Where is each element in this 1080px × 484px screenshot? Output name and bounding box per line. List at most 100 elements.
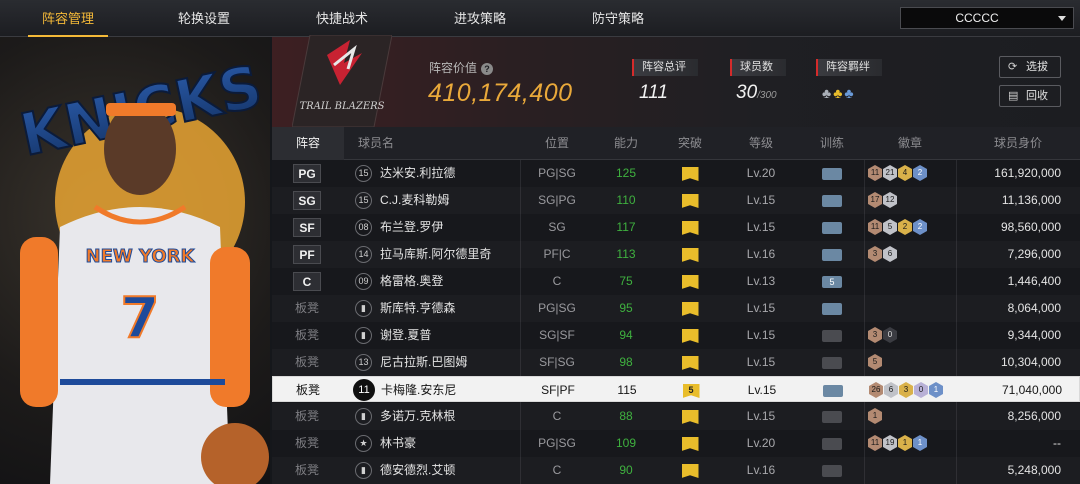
- training-cell[interactable]: [800, 160, 864, 187]
- table-row[interactable]: 板凳 ▮ 多诺万.克林根 C 88 Lv.15 1 8,256,000: [272, 403, 1080, 430]
- badges-cell[interactable]: [864, 457, 956, 484]
- breakthrough-cell[interactable]: [658, 214, 722, 241]
- table-row[interactable]: PF 14 拉马库斯.阿尔德里奇 PF|C 113 Lv.16 3 6 7,296,000: [272, 241, 1080, 268]
- breakthrough-cell[interactable]: [658, 403, 722, 430]
- player-value: 98,560,000: [1000, 220, 1061, 234]
- bond-icons[interactable]: ♣♣♣: [822, 85, 856, 101]
- training-icon: [822, 330, 842, 342]
- badges-cell[interactable]: 11 19 1 1: [864, 430, 956, 457]
- player-level: Lv.15: [746, 220, 776, 234]
- badges-cell[interactable]: 5: [864, 349, 956, 376]
- badges-cell[interactable]: 26 6 3 0 1: [865, 377, 957, 404]
- player-name[interactable]: 拉马库斯.阿尔德里奇: [380, 241, 491, 268]
- training-cell[interactable]: [800, 349, 864, 376]
- badges-cell[interactable]: 11 5 2 2: [864, 214, 956, 241]
- header-value[interactable]: 球员身价: [956, 127, 1080, 160]
- breakthrough-cell[interactable]: [658, 457, 722, 484]
- breakthrough-cell[interactable]: [658, 160, 722, 187]
- training-cell[interactable]: [800, 457, 864, 484]
- player-name[interactable]: 多诺万.克林根: [380, 403, 455, 430]
- training-cell[interactable]: [800, 187, 864, 214]
- breakthrough-cell[interactable]: [658, 187, 722, 214]
- tab-rotation-settings[interactable]: 轮换设置: [154, 0, 254, 37]
- badges-cell[interactable]: [864, 295, 956, 322]
- header-position[interactable]: 位置: [520, 127, 594, 160]
- player-name[interactable]: 布兰登.罗伊: [380, 214, 443, 241]
- training-cell[interactable]: [800, 430, 864, 457]
- breakthrough-cell[interactable]: 5: [659, 377, 723, 404]
- lineup-summary: TRAIL BLAZERS 阵容价值? 410,174,400 阵容总评 111…: [272, 35, 1080, 127]
- training-cell[interactable]: [801, 377, 865, 404]
- team-select[interactable]: CCCCC: [900, 7, 1074, 29]
- header-level[interactable]: 等级: [722, 127, 800, 160]
- bond-gold-icon[interactable]: ♣: [833, 85, 844, 101]
- breakthrough-cell[interactable]: [658, 322, 722, 349]
- player-value: 10,304,000: [1000, 355, 1061, 369]
- header-breakthrough[interactable]: 突破: [658, 127, 722, 160]
- players-max: /300: [757, 90, 777, 101]
- tab-defense-strategy[interactable]: 防守策略: [568, 0, 668, 37]
- header-name[interactable]: 球员名: [356, 127, 396, 160]
- training-cell[interactable]: 5: [800, 268, 864, 295]
- tab-quick-tactics[interactable]: 快捷战术: [292, 0, 392, 37]
- tab-lineup-management[interactable]: 阵容管理: [18, 0, 118, 37]
- tab-offense-strategy[interactable]: 进攻策略: [430, 0, 530, 37]
- header-ability[interactable]: 能力: [594, 127, 658, 160]
- breakthrough-cell[interactable]: [658, 349, 722, 376]
- breakthrough-cell[interactable]: [658, 268, 722, 295]
- training-cell[interactable]: [800, 214, 864, 241]
- bond-blue-icon[interactable]: ♣: [844, 85, 855, 101]
- player-name[interactable]: C.J.麦科勒姆: [380, 187, 449, 214]
- table-row[interactable]: 板凳 13 尼古拉斯.巴图姆 SF|SG 98 Lv.15 5 10,304,000: [272, 349, 1080, 376]
- player-position: SF|PF: [541, 383, 575, 397]
- bond-silver-icon[interactable]: ♣: [822, 85, 833, 101]
- table-row[interactable]: C 09 格雷格.奥登 C 75 Lv.13 5 1,446,400: [272, 268, 1080, 295]
- badges-cell[interactable]: 36: [864, 241, 956, 268]
- header-badges[interactable]: 徽章: [864, 127, 956, 160]
- player-name[interactable]: 斯库特.亨德森: [380, 295, 455, 322]
- player-ability: 94: [619, 328, 633, 342]
- player-name[interactable]: 卡梅隆.安东尼: [381, 377, 456, 404]
- table-row[interactable]: 板凳 ▮ 斯库特.亨德森 PG|SG 95 Lv.15 8,064,000: [272, 295, 1080, 322]
- players-count: 30/300: [736, 82, 777, 104]
- player-value: 71,040,000: [1001, 383, 1062, 397]
- help-icon[interactable]: ?: [481, 62, 494, 75]
- header-training[interactable]: 训练: [800, 127, 864, 160]
- badges-cell[interactable]: 1: [864, 403, 956, 430]
- player-name[interactable]: 林书豪: [380, 430, 416, 457]
- player-name[interactable]: 德安德烈.艾顿: [380, 457, 455, 484]
- training-cell[interactable]: [800, 295, 864, 322]
- training-cell[interactable]: [800, 322, 864, 349]
- table-row[interactable]: SF 08 布兰登.罗伊 SG 117 Lv.15 11 5 2 2 98,560,000: [272, 214, 1080, 241]
- player-name[interactable]: 达米安.利拉德: [380, 160, 455, 187]
- player-level: Lv.20: [746, 436, 776, 450]
- training-cell[interactable]: [800, 241, 864, 268]
- scout-button[interactable]: ⟳ 选拔: [999, 56, 1061, 78]
- recycle-button-label: 回收: [1026, 90, 1048, 102]
- badge-icon: 5: [868, 354, 882, 370]
- badges-cell[interactable]: 11 21 4 2: [864, 160, 956, 187]
- breakthrough-cell[interactable]: [658, 430, 722, 457]
- breakthrough-cell[interactable]: [658, 241, 722, 268]
- table-row[interactable]: PG 15 达米安.利拉德 PG|SG 125 Lv.20 11 21 4 2 161,920,00…: [272, 160, 1080, 187]
- player-name[interactable]: 尼古拉斯.巴图姆: [380, 349, 467, 376]
- training-icon: [823, 385, 843, 397]
- recycle-button[interactable]: ▤ 回收: [999, 85, 1061, 107]
- badges-cell[interactable]: 30: [864, 322, 956, 349]
- player-ability: 117: [616, 220, 636, 234]
- badges-cell[interactable]: 17 12: [864, 187, 956, 214]
- training-icon: 5: [822, 276, 842, 288]
- badges-cell[interactable]: [864, 268, 956, 295]
- player-name[interactable]: 格雷格.奥登: [380, 268, 443, 295]
- position-slot-badge: PF: [293, 245, 321, 264]
- player-name[interactable]: 谢登.夏普: [380, 322, 431, 349]
- table-row[interactable]: SG 15 C.J.麦科勒姆 SG|PG 110 Lv.15 17 12 11,136,000: [272, 187, 1080, 214]
- training-cell[interactable]: [800, 403, 864, 430]
- player-level: Lv.16: [746, 463, 776, 477]
- table-row[interactable]: 板凳 ▮ 谢登.夏普 SG|SF 94 Lv.15 3 0 9,344,000: [272, 322, 1080, 349]
- header-lineup[interactable]: 阵容: [272, 127, 344, 160]
- breakthrough-cell[interactable]: [658, 295, 722, 322]
- table-row[interactable]: 板凳 ★ 林书豪 PG|SG 109 Lv.20 11 19 1 1 --: [272, 430, 1080, 457]
- table-row[interactable]: 板凳 ▮ 德安德烈.艾顿 C 90 Lv.16 5,248,000: [272, 457, 1080, 484]
- table-row-selected[interactable]: 板凳 11 卡梅隆.安东尼 SF|PF 115 5 Lv.15 26 6 3 0 1 71,040,00…: [272, 376, 1080, 402]
